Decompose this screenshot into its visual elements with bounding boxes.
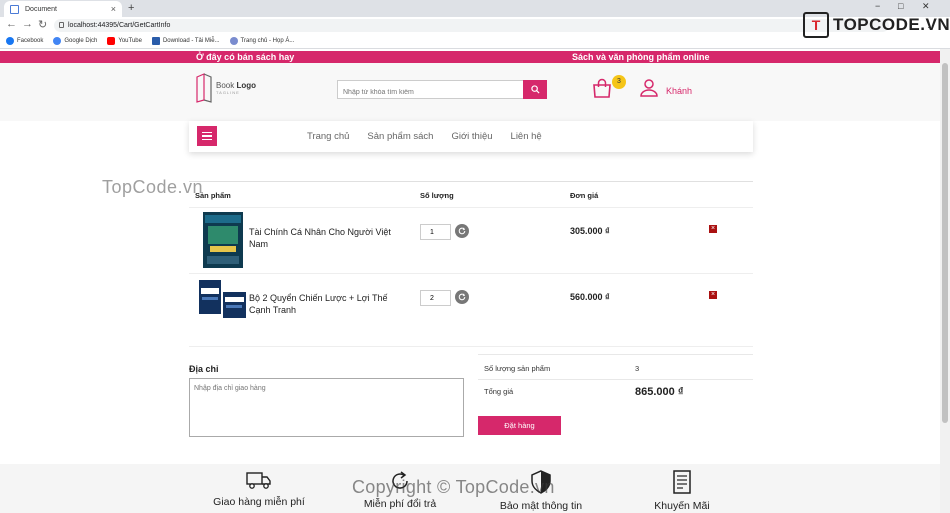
book-cover-image <box>199 280 246 318</box>
place-order-button[interactable]: Đặt hàng <box>478 416 561 435</box>
bookmark-youtube[interactable]: YouTube <box>107 37 142 45</box>
bookmark-facebook[interactable]: Facebook <box>6 37 43 45</box>
nav-item-contact[interactable]: Liên hệ <box>511 131 542 142</box>
main-menu: Trang chủ Sản phẩm sách Giới thiệu Liên … <box>307 121 560 152</box>
logo-word-book: Book <box>216 81 235 90</box>
shopping-bag-icon <box>593 78 611 98</box>
watermark-text: TopCode.vn <box>102 177 204 197</box>
cart-count-badge: 3 <box>612 75 626 89</box>
summary-count-value: 3 <box>635 364 640 373</box>
search-input[interactable] <box>338 84 524 101</box>
bookmark-google-translate[interactable]: Google Dịch <box>53 37 97 45</box>
address-textarea[interactable] <box>189 378 464 437</box>
maximize-icon[interactable]: □ <box>898 1 903 11</box>
quantity-input[interactable] <box>420 224 451 240</box>
promo-bar: Ở đây có bán sách hay Sách và văn phòng … <box>0 51 940 63</box>
summary-total-value: 865.000 ₫ <box>635 386 684 398</box>
feature-label: Bảo mật thông tin <box>499 500 583 512</box>
feature-label: Miễn phí đổi trả <box>363 498 437 510</box>
book-cover-image <box>203 212 243 268</box>
copyright-watermark: Copyright © TopCode.vn <box>352 477 555 497</box>
address-bar[interactable]: localhost:44395/Cart/GetCartInfo <box>54 19 889 32</box>
logo-word-logo: Logo <box>236 81 257 90</box>
nav-item-home[interactable]: Trang chủ <box>307 131 349 142</box>
web-page: Ở đây có bán sách hay Sách và văn phòng … <box>0 49 940 513</box>
home-site-icon <box>229 37 238 45</box>
refresh-icon <box>458 293 466 301</box>
url-text: localhost:44395/Cart/GetCartInfo <box>68 22 171 29</box>
product-price: 560.000 ₫ <box>570 292 610 302</box>
summary-count-label: Số lượng sản phẩm <box>484 364 551 373</box>
update-quantity-button[interactable] <box>455 224 469 238</box>
facebook-icon <box>6 37 14 45</box>
youtube-icon <box>107 37 116 45</box>
topcode-logo-text: TOPCODE.VN <box>833 15 950 34</box>
site-header: Book Logo TAGLINE 3 <box>0 63 940 121</box>
tab-close-icon[interactable]: × <box>111 4 116 14</box>
page-scrollbar[interactable] <box>940 49 950 513</box>
nav-item-about[interactable]: Giới thiệu <box>451 131 492 142</box>
product-name[interactable]: Tài Chính Cá Nhân Cho Người Việt Nam <box>249 226 409 250</box>
remove-item-icon[interactable]: × <box>709 291 717 299</box>
new-tab-button[interactable]: + <box>128 2 134 14</box>
minimize-icon[interactable]: − <box>875 1 880 11</box>
cart-button[interactable]: 3 <box>592 75 626 98</box>
feature-label: Khuyến Mãi <box>654 500 710 512</box>
product-price: 305.000 ₫ <box>570 226 610 236</box>
browser-tab[interactable]: Document × <box>4 1 122 17</box>
section-divider <box>189 346 753 347</box>
header-quantity: Số lượng <box>420 191 454 200</box>
cart-item-row: Tài Chính Cá Nhân Cho Người Việt Nam 305… <box>189 207 753 273</box>
bookmark-home[interactable]: Trang chủ - Họp Á... <box>229 37 294 45</box>
cart-item-row: Bộ 2 Quyển Chiến Lược + Lợi Thế Cạnh Tra… <box>189 273 753 339</box>
feature-label: Giao hàng miễn phí <box>213 496 305 508</box>
summary-count-row: Số lượng sản phẩm 3 <box>478 354 753 379</box>
update-quantity-button[interactable] <box>455 290 469 304</box>
refresh-icon <box>458 227 466 235</box>
promo-right-text: Sách và văn phòng phẩm online <box>572 52 710 62</box>
page-favicon-icon <box>10 4 19 14</box>
user-icon <box>640 79 658 97</box>
bookmark-download[interactable]: Download - Tải Miễ... <box>151 37 220 45</box>
logo-tagline: TAGLINE <box>216 90 240 95</box>
scrollbar-thumb[interactable] <box>942 63 948 423</box>
back-icon[interactable]: ← <box>6 18 17 30</box>
product-name[interactable]: Bộ 2 Quyển Chiến Lược + Lợi Thế Cạnh Tra… <box>249 292 409 316</box>
summary-total-label: Tổng giá <box>484 387 514 396</box>
site-logo[interactable]: Book Logo TAGLINE <box>196 73 256 103</box>
topcode-logo-icon: T <box>803 12 829 38</box>
promo-left-text: Ở đây có bán sách hay <box>196 52 295 62</box>
address-label: Địa chỉ <box>189 364 219 374</box>
google-translate-icon <box>53 37 62 45</box>
forward-icon[interactable]: → <box>22 18 33 30</box>
main-navbar: Trang chủ Sản phẩm sách Giới thiệu Liên … <box>189 121 753 152</box>
book-logo-icon <box>196 73 212 103</box>
search-button[interactable] <box>523 80 547 99</box>
nav-item-products[interactable]: Sản phẩm sách <box>367 131 433 142</box>
download-site-icon <box>151 37 160 45</box>
user-name: Khánh <box>666 86 693 96</box>
truck-icon <box>246 472 271 489</box>
feature-promotion: Khuyến Mãi <box>612 470 752 512</box>
search-icon <box>530 85 540 94</box>
feature-free-shipping: Giao hàng miễn phí <box>189 470 329 508</box>
receipt-icon <box>673 470 691 494</box>
user-account[interactable]: Khánh <box>640 79 692 97</box>
quantity-input[interactable] <box>420 290 451 306</box>
topcode-watermark-logo: T TOPCODE.VN <box>803 12 950 38</box>
lock-icon <box>59 22 64 28</box>
remove-item-icon[interactable]: × <box>709 225 717 233</box>
search-box <box>337 80 547 101</box>
hamburger-menu-button[interactable] <box>197 126 217 146</box>
window-close-icon[interactable]: ✕ <box>922 1 930 12</box>
reload-icon[interactable]: ↻ <box>38 18 47 31</box>
header-price: Đơn giá <box>570 191 599 200</box>
tab-title: Document <box>25 5 57 13</box>
cart-table-header: Sản phẩm Số lượng Đơn giá <box>189 181 753 207</box>
summary-total-row: Tổng giá 865.000 ₫ <box>478 379 753 407</box>
